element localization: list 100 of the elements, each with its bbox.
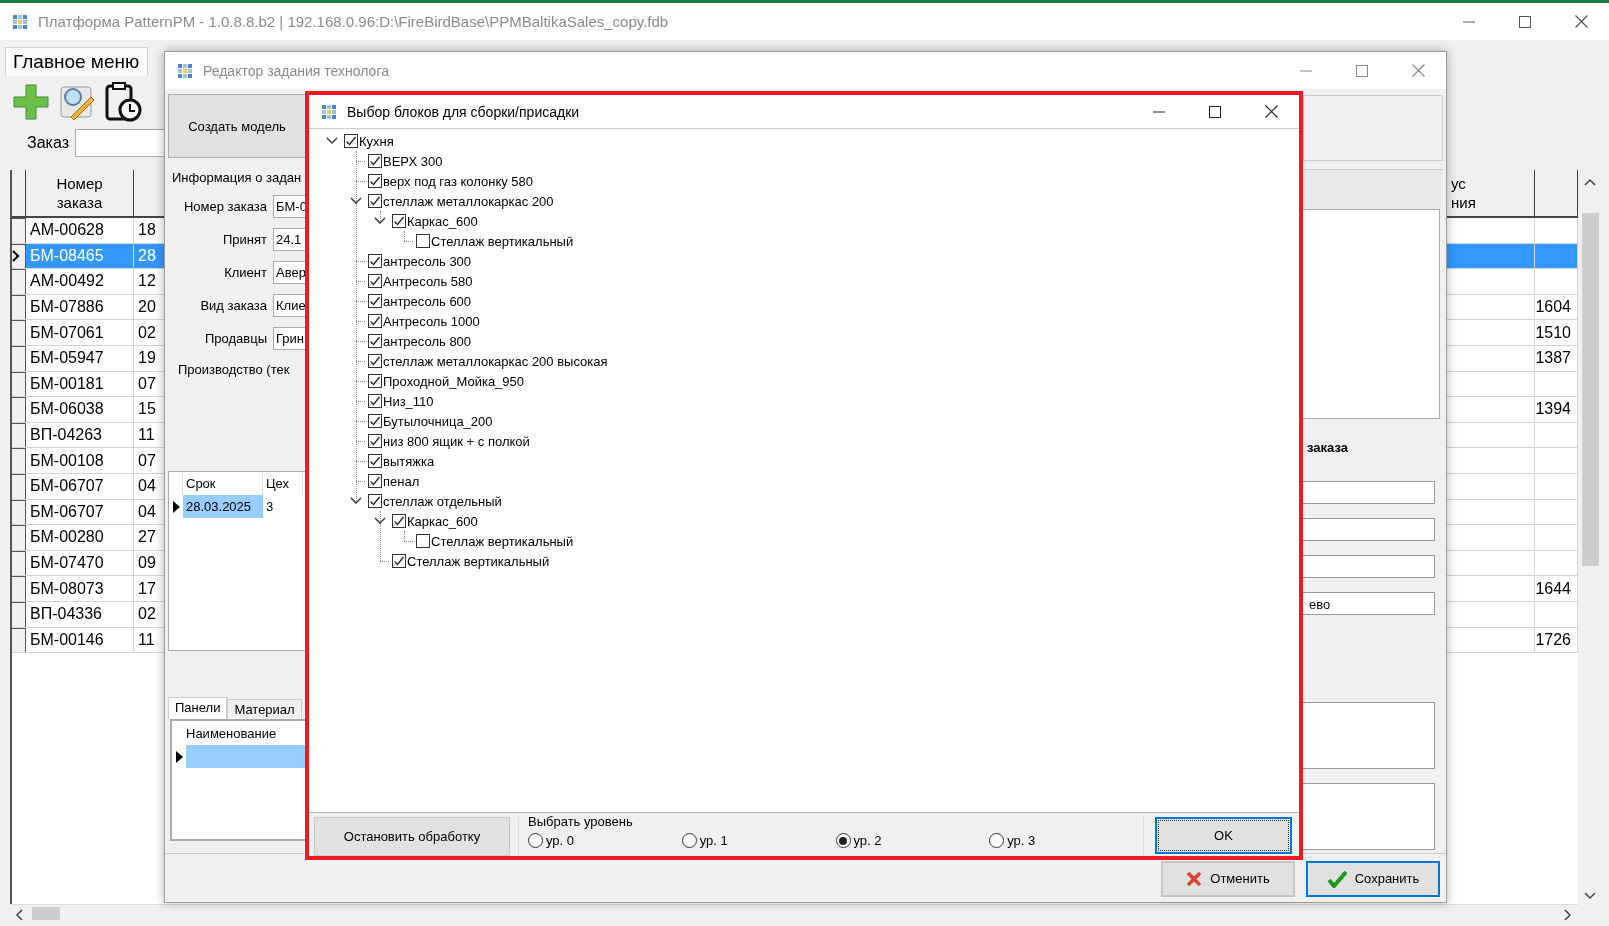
input-field[interactable]: 24.1 <box>273 228 306 251</box>
column-header[interactable]: Номер заказа <box>26 170 134 216</box>
checkbox[interactable] <box>368 294 382 308</box>
tree-item-label[interactable]: Стеллаж вертикальный <box>431 233 574 249</box>
radio-button[interactable] <box>681 833 697 848</box>
table-cell: 1510 <box>1535 320 1578 345</box>
checkbox[interactable] <box>368 274 382 288</box>
radio-button[interactable] <box>835 833 851 848</box>
checkbox[interactable] <box>368 154 382 168</box>
tree-item-label[interactable]: вытяжка <box>383 453 435 469</box>
tree-item-label[interactable]: ВЕРХ 300 <box>383 153 443 169</box>
table-row[interactable]: 28.03.2025 3 <box>169 495 306 518</box>
input-field[interactable]: ево <box>1303 592 1435 615</box>
checkbox[interactable] <box>368 494 382 508</box>
checkmark-icon <box>1326 869 1347 888</box>
input-field[interactable] <box>1303 481 1435 504</box>
checkbox[interactable] <box>368 334 382 348</box>
table-cell: ВП-04336 <box>26 601 134 627</box>
checkbox[interactable] <box>368 174 382 188</box>
tree-item-label[interactable]: пенал <box>383 473 420 489</box>
stop-processing-button[interactable]: Остановить обработку <box>314 817 510 856</box>
scroll-right-icon[interactable] <box>1564 909 1572 921</box>
checkbox[interactable] <box>368 374 382 388</box>
checkbox[interactable] <box>368 414 382 428</box>
checkbox[interactable] <box>368 314 382 328</box>
checkbox[interactable] <box>392 214 406 228</box>
text-area[interactable] <box>1303 702 1435 769</box>
table-cell: ВП-04263 <box>26 422 134 448</box>
checkbox[interactable] <box>368 454 382 468</box>
table-cell: 1726 <box>1535 627 1578 653</box>
column-header[interactable]: Наименование <box>186 725 306 741</box>
checkbox[interactable] <box>392 554 406 568</box>
scroll-left-icon[interactable] <box>15 909 23 921</box>
tree-item-label[interactable]: Бутылочница_200 <box>383 413 493 429</box>
scrollbar-thumb[interactable] <box>1582 213 1599 566</box>
tree-item-label[interactable]: Низ_110 <box>383 393 434 409</box>
radio-label[interactable]: ур. 3 <box>1007 833 1036 848</box>
input-field[interactable]: Грин <box>273 327 306 350</box>
checkbox[interactable] <box>344 134 358 148</box>
magnifier-pencil-icon[interactable] <box>58 83 96 121</box>
maximize-icon <box>1209 105 1221 118</box>
app-logo-icon <box>12 13 28 30</box>
column-header[interactable]: Цех <box>263 472 303 495</box>
checkbox[interactable] <box>368 354 382 368</box>
table-cell: 28.03.2025 <box>183 495 263 518</box>
checkbox[interactable] <box>392 514 406 528</box>
tree-item-label[interactable]: антресоль 600 <box>383 293 472 309</box>
table-cell: БМ-07061 <box>26 320 134 345</box>
radio-label[interactable]: ур. 2 <box>853 833 882 848</box>
tree-item-label[interactable]: Антресоль 580 <box>383 273 473 289</box>
ok-button[interactable]: OK <box>1155 817 1292 854</box>
tree-item-label[interactable]: Каркас_600 <box>407 213 478 229</box>
scroll-up-icon[interactable] <box>1584 178 1596 186</box>
tree-item-label[interactable]: Проходной_Мойка_950 <box>383 373 525 389</box>
input-field[interactable] <box>1303 555 1435 578</box>
tree-item-label[interactable]: стеллаж металлокаркас 200 высокая <box>383 353 608 369</box>
scrollbar-thumb[interactable] <box>32 907 60 920</box>
checkbox[interactable] <box>416 534 430 548</box>
scroll-down-icon[interactable] <box>1584 892 1596 900</box>
tree-item-label[interactable]: Каркас_600 <box>407 513 478 529</box>
tree-item-label[interactable]: Стеллаж вертикальный <box>407 553 550 569</box>
tree-item-label[interactable]: антресоль 800 <box>383 333 472 349</box>
table-cell: 1644 <box>1535 576 1578 601</box>
field-label: Номер заказа <box>183 199 267 214</box>
tree-item-label[interactable]: антресоль 300 <box>383 253 472 269</box>
radio-label[interactable]: ур. 0 <box>546 833 575 848</box>
radio-button[interactable] <box>528 833 543 848</box>
tree-item-label[interactable]: Стеллаж вертикальный <box>431 533 574 549</box>
tree-item-label[interactable]: Антресоль 1000 <box>383 313 480 329</box>
clipboard-clock-icon[interactable] <box>104 81 142 123</box>
tab[interactable]: Панели <box>168 697 228 719</box>
input-field[interactable] <box>1303 518 1435 541</box>
plus-icon[interactable] <box>12 83 50 121</box>
table-cell: АМ-00492 <box>26 269 134 294</box>
table-cell: БМ-00146 <box>26 627 134 653</box>
radio-button[interactable] <box>989 833 1005 848</box>
order-label: Заказ <box>27 134 69 152</box>
checkbox[interactable] <box>416 234 430 248</box>
radio-label[interactable]: ур. 1 <box>699 833 728 848</box>
tree-item-label[interactable]: Кухня <box>359 133 394 149</box>
checkbox[interactable] <box>368 194 382 208</box>
tree-item-label[interactable]: низ 800 ящик + с полкой <box>383 433 530 449</box>
input-field[interactable]: Авер <box>273 261 306 284</box>
table-cell: БМ-06038 <box>26 397 134 422</box>
minimize-icon <box>1300 69 1312 72</box>
tree-item-label[interactable]: стеллаж отдельный <box>383 493 502 509</box>
text-area[interactable] <box>1303 783 1435 850</box>
row-pointer-icon <box>12 250 20 263</box>
checkbox[interactable] <box>368 474 382 488</box>
checkbox[interactable] <box>368 394 382 408</box>
checkbox[interactable] <box>368 434 382 448</box>
input-field[interactable]: Клие <box>273 294 306 317</box>
create-model-button[interactable]: Создать модель <box>168 94 306 158</box>
tree-item-label[interactable]: стеллаж металлокаркас 200 <box>383 193 554 209</box>
tree-item-label[interactable]: верх под газ колонку 580 <box>383 173 534 189</box>
checkbox[interactable] <box>368 254 382 268</box>
cancel-button[interactable]: Отменить <box>1161 860 1295 897</box>
table-cell[interactable] <box>186 745 306 768</box>
tab[interactable]: Главное меню <box>5 47 149 76</box>
save-button[interactable]: Сохранить <box>1306 860 1440 897</box>
